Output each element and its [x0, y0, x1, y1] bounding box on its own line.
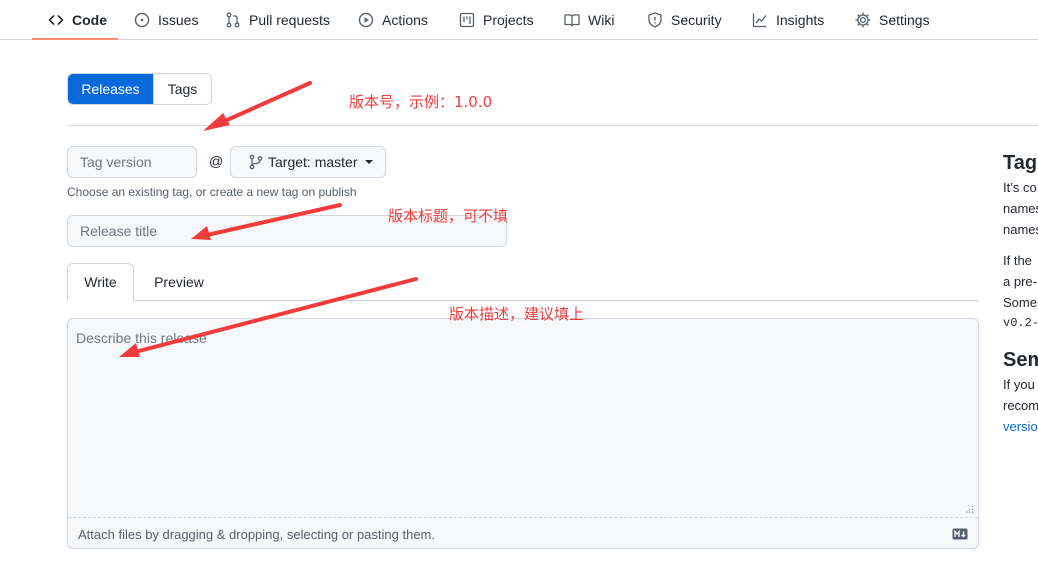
attach-divider	[68, 517, 978, 518]
tab-issues[interactable]: Issues	[134, 0, 198, 40]
graph-icon	[752, 12, 768, 28]
tab-insights-label: Insights	[776, 12, 825, 28]
project-icon	[459, 12, 475, 28]
release-body-editor: Attach files by dragging & dropping, sel…	[67, 318, 979, 549]
target-branch-button[interactable]: Target: master	[230, 146, 386, 178]
sidebar-text: If the	[1003, 253, 1032, 268]
annotation-description: 版本描述，建议填上	[449, 305, 585, 323]
tab-preview[interactable]: Preview	[137, 263, 221, 301]
repo-nav: Code Issues Pull requests Actions Projec…	[0, 0, 1038, 40]
tab-security-label: Security	[671, 12, 722, 28]
markdown-icon[interactable]	[952, 528, 968, 540]
tab-write[interactable]: Write	[67, 263, 134, 301]
tab-projects[interactable]: Projects	[459, 0, 534, 40]
sidebar-text: recom	[1003, 398, 1038, 413]
arrow-to-tag-version	[203, 81, 312, 131]
tab-settings-label: Settings	[879, 12, 930, 28]
tab-actions-label: Actions	[382, 12, 428, 28]
tab-settings[interactable]: Settings	[855, 0, 930, 40]
git-pull-request-icon	[225, 12, 241, 28]
git-branch-icon	[248, 154, 264, 170]
target-branch-label: Target: master	[268, 154, 358, 170]
tag-hint: Choose an existing tag, or create a new …	[67, 185, 357, 199]
selected-tab-indicator	[32, 38, 118, 40]
tab-security[interactable]: Security	[647, 0, 722, 40]
annotation-version: 版本号，示例：1.0.0	[349, 93, 493, 111]
sidebar-text: It’s co	[1003, 180, 1037, 195]
resize-handle-icon[interactable]	[966, 505, 974, 513]
tagging-suggestions-sidebar: Tagg It’s co names names If the a pre- S…	[1003, 0, 1038, 562]
sidebar-text: names	[1003, 222, 1038, 237]
tab-wiki[interactable]: Wiki	[564, 0, 614, 40]
sidebar-text: Some	[1003, 295, 1037, 310]
tab-pull-requests[interactable]: Pull requests	[225, 0, 330, 40]
sidebar-text: names	[1003, 201, 1038, 216]
releases-button[interactable]: Releases	[68, 74, 153, 104]
release-description-textarea[interactable]	[68, 319, 978, 517]
tab-actions[interactable]: Actions	[358, 0, 428, 40]
annotation-title: 版本标题，可不填	[388, 207, 509, 225]
tab-code[interactable]: Code	[48, 0, 107, 40]
sidebar-heading-semantic: Sem	[1003, 349, 1038, 371]
attach-files-hint[interactable]: Attach files by dragging & dropping, sel…	[78, 527, 435, 542]
tab-pull-requests-label: Pull requests	[249, 12, 330, 28]
divider	[67, 125, 1038, 126]
sidebar-text: If you	[1003, 377, 1035, 392]
shield-icon	[647, 12, 663, 28]
at-symbol: @	[209, 153, 224, 169]
code-icon	[48, 12, 64, 28]
sidebar-heading-tagging: Tagg	[1003, 152, 1038, 174]
sidebar-text: a pre-	[1003, 274, 1037, 289]
tab-issues-label: Issues	[158, 12, 199, 28]
tab-code-label: Code	[72, 12, 107, 28]
gear-icon	[855, 12, 871, 28]
tab-insights[interactable]: Insights	[752, 0, 824, 40]
tag-version-input[interactable]	[67, 146, 197, 178]
caret-down-icon	[365, 160, 374, 164]
book-icon	[564, 12, 580, 28]
tags-button[interactable]: Tags	[153, 74, 211, 104]
play-icon	[358, 12, 374, 28]
semver-link[interactable]: versio	[1003, 416, 1038, 437]
tab-wiki-label: Wiki	[588, 12, 615, 28]
sidebar-code: v0.2-	[1003, 316, 1038, 330]
issue-opened-icon	[134, 12, 150, 28]
tab-projects-label: Projects	[483, 12, 534, 28]
releases-tags-switch: Releases Tags	[67, 73, 212, 105]
